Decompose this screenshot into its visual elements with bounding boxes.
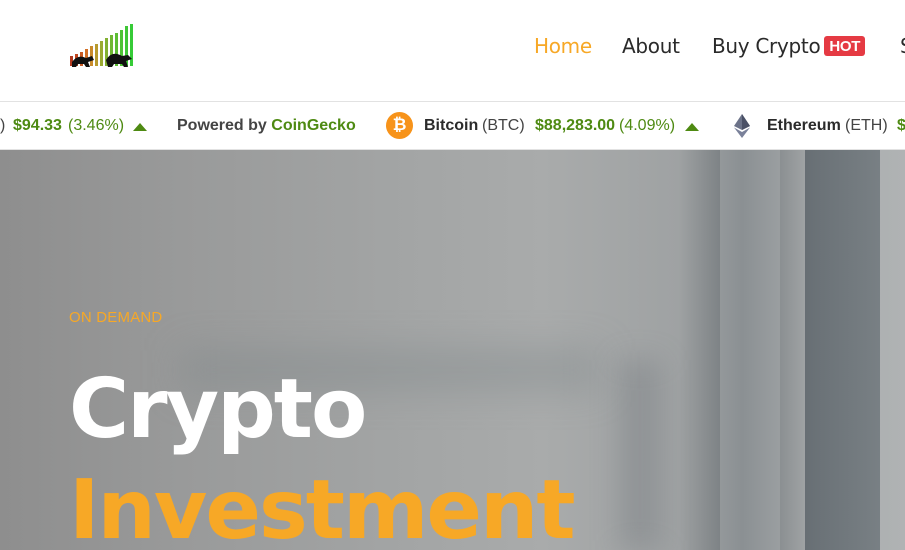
nav-buy-crypto-link[interactable]: Buy Crypto HOT [712,34,866,58]
main-nav: Home About Buy CryptoHOT S [0,0,905,101]
price-up-arrow-icon [685,123,699,131]
hot-badge: HOT [824,36,866,56]
hero-background-column [805,150,880,550]
powered-by-text: Powered by [177,117,267,134]
bitcoin-icon: ₿ [386,112,413,139]
crypto-price-ticker: ) $94.33 (3.46%) Powered by CoinGecko Bi… [0,101,905,150]
ticker-prev-change: (3.46%) [68,117,125,134]
ticker-btc-change: (4.09%) [619,117,676,134]
ticker-eth-price: $ [897,117,905,135]
hero-background-pillar [720,150,780,550]
powered-by-label: Powered by CoinGecko [177,117,356,135]
hero-title-line2: Investment [69,463,576,550]
ticker-btc-price: $88,283.00 [535,117,616,134]
ticker-prev-price: $94.33 [13,117,62,134]
site-header: Home About Buy CryptoHOT S [0,0,905,101]
nav-buy-crypto-label: Buy Crypto [712,34,821,58]
hero-title-line1: Crypto [69,362,367,457]
ticker-btc-name: Bitcoin [424,117,479,134]
ticker-prev-paren: ) [0,117,6,134]
coingecko-link[interactable]: CoinGecko [271,117,355,134]
ticker-eth-name: Ethereum [767,117,841,134]
ethereum-icon [734,114,750,138]
nav-about-link[interactable]: About [622,34,680,58]
hero-background-blur [620,360,660,550]
price-up-arrow-icon [133,123,147,131]
ticker-btc-symbol: (BTC) [482,117,525,134]
nav-home-link[interactable]: Home [534,34,592,58]
hero-section: ON DEMAND Crypto Investment [0,150,905,550]
nav-more-link[interactable]: S [900,34,905,58]
ticker-eth-symbol: (ETH) [845,117,888,134]
hero-eyebrow: ON DEMAND [69,309,163,326]
